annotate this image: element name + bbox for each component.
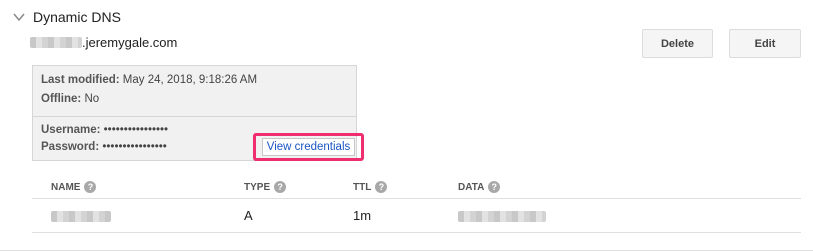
section-header[interactable]: Dynamic DNS <box>12 9 121 25</box>
redacted-name <box>51 211 111 222</box>
password-value: •••••••••••••••• <box>102 141 167 153</box>
info-divider <box>33 116 356 117</box>
offline-label: Offline: <box>41 93 82 105</box>
table-cell-name <box>51 209 111 227</box>
help-circle-icon[interactable]: ? <box>274 181 287 193</box>
username-label: Username: <box>41 124 101 136</box>
username-line: Username: •••••••••••••••• <box>41 124 168 136</box>
last-modified-value: May 24, 2018, 9:18:26 AM <box>122 74 258 86</box>
section-title: Dynamic DNS <box>33 9 121 25</box>
table-cell-data <box>458 209 546 227</box>
column-header-name-label: NAME <box>51 181 81 193</box>
view-credentials-highlight: View credentials <box>253 133 364 161</box>
chevron-down-icon[interactable] <box>12 10 26 24</box>
column-header-type: TYPE ? <box>244 181 287 193</box>
table-cell-ttl: 1m <box>353 208 372 223</box>
column-header-ttl-label: TTL <box>353 181 372 193</box>
redacted-data <box>458 211 546 222</box>
last-modified-line: Last modified: May 24, 2018, 9:18:26 AM <box>41 74 257 86</box>
help-circle-icon[interactable]: ? <box>488 181 501 193</box>
column-header-data: DATA ? <box>458 181 501 193</box>
help-circle-icon[interactable]: ? <box>84 181 97 193</box>
delete-button[interactable]: Delete <box>642 29 713 58</box>
domain-suffix: .jeremygale.com <box>82 35 178 50</box>
table-cell-type: A <box>244 208 253 223</box>
redacted-subdomain <box>30 37 82 48</box>
column-header-data-label: DATA <box>458 181 485 193</box>
username-value: •••••••••••••••• <box>103 124 169 136</box>
table-header-divider <box>32 198 801 199</box>
offline-value: No <box>84 93 100 105</box>
column-header-name: NAME ? <box>51 181 97 193</box>
password-line: Password: •••••••••••••••• <box>41 141 167 153</box>
column-header-type-label: TYPE <box>244 181 271 193</box>
view-credentials-button[interactable]: View credentials <box>261 138 356 156</box>
table-row-divider <box>32 232 801 233</box>
edit-button[interactable]: Edit <box>729 29 801 58</box>
offline-line: Offline: No <box>41 93 99 105</box>
record-domain: .jeremygale.com <box>30 35 177 50</box>
password-label: Password: <box>41 141 100 153</box>
last-modified-label: Last modified: <box>41 74 120 86</box>
column-header-ttl: TTL ? <box>353 181 388 193</box>
help-circle-icon[interactable]: ? <box>375 181 388 193</box>
